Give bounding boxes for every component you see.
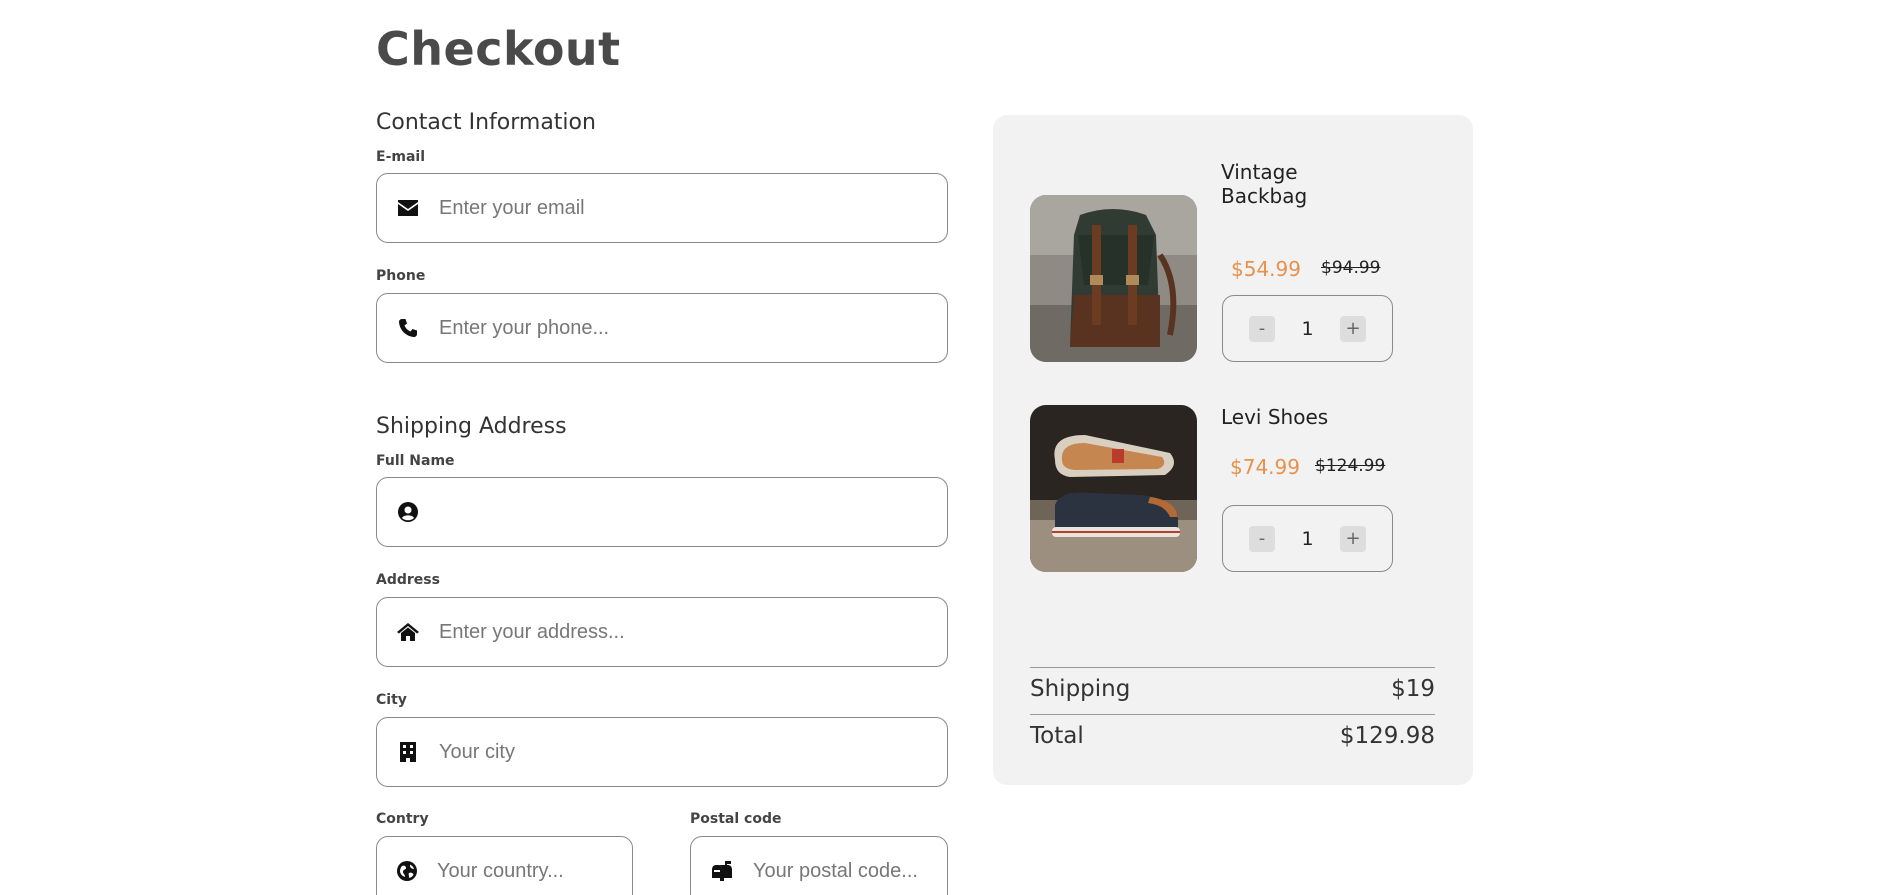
phone-field[interactable] xyxy=(376,293,948,363)
product-old-price: $94.99 xyxy=(1321,258,1381,278)
product-name: Levi Shoes xyxy=(1221,405,1329,429)
quantity-value: 1 xyxy=(1301,317,1314,340)
order-summary: Vintage Backbag $54.99 $94.99 - 1 + Levi xyxy=(993,115,1473,785)
phone-label: Phone xyxy=(376,268,426,284)
page-title: Checkout xyxy=(376,22,621,76)
globe-icon xyxy=(397,860,417,882)
city-label: City xyxy=(376,692,407,708)
product-price: $54.99 xyxy=(1231,257,1301,281)
email-input[interactable] xyxy=(439,174,947,242)
phone-icon xyxy=(397,317,419,339)
quantity-stepper[interactable]: - 1 + xyxy=(1222,295,1393,362)
full-name-field[interactable] xyxy=(376,477,948,547)
total-label: Total xyxy=(1030,723,1084,749)
mailbox-icon xyxy=(711,860,733,882)
user-circle-icon xyxy=(397,501,419,523)
quantity-stepper[interactable]: - 1 + xyxy=(1222,505,1393,572)
decrease-quantity-button[interactable]: - xyxy=(1249,315,1275,342)
postal-code-input[interactable] xyxy=(753,837,1018,895)
full-name-input[interactable] xyxy=(439,478,947,546)
increase-quantity-button[interactable]: + xyxy=(1340,315,1366,342)
email-label: E-mail xyxy=(376,149,426,165)
shipping-cost-value: $19 xyxy=(1391,676,1435,702)
postal-code-label: Postal code xyxy=(690,811,782,827)
product-old-price: $124.99 xyxy=(1315,456,1386,476)
postal-code-field[interactable] xyxy=(690,836,1018,895)
home-icon xyxy=(397,621,419,643)
country-field[interactable] xyxy=(376,836,702,895)
full-name-label: Full Name xyxy=(376,453,455,469)
shoes-image xyxy=(1030,405,1197,572)
city-field[interactable] xyxy=(376,717,948,787)
summary-divider xyxy=(1030,714,1435,715)
country-input[interactable] xyxy=(437,837,702,895)
phone-input[interactable] xyxy=(439,294,947,362)
city-input[interactable] xyxy=(439,718,947,786)
product-name: Vintage Backbag xyxy=(1221,160,1308,208)
product-price: $74.99 xyxy=(1230,455,1300,479)
summary-divider xyxy=(1030,667,1435,668)
address-field[interactable] xyxy=(376,597,948,667)
envelope-icon xyxy=(397,197,419,219)
shipping-section-title: Shipping Address xyxy=(376,414,567,439)
country-label: Contry xyxy=(376,811,429,827)
address-input[interactable] xyxy=(439,598,947,666)
email-field[interactable] xyxy=(376,173,948,243)
building-icon xyxy=(397,741,419,763)
shipping-cost-label: Shipping xyxy=(1030,676,1131,702)
increase-quantity-button[interactable]: + xyxy=(1340,525,1366,552)
total-value: $129.98 xyxy=(1339,723,1435,749)
quantity-value: 1 xyxy=(1301,527,1314,550)
contact-section-title: Contact Information xyxy=(376,110,596,135)
checkout-page: Checkout Contact Information E-mail Phon… xyxy=(0,0,1891,895)
decrease-quantity-button[interactable]: - xyxy=(1249,525,1275,552)
address-label: Address xyxy=(376,572,440,588)
backpack-image xyxy=(1030,195,1197,362)
